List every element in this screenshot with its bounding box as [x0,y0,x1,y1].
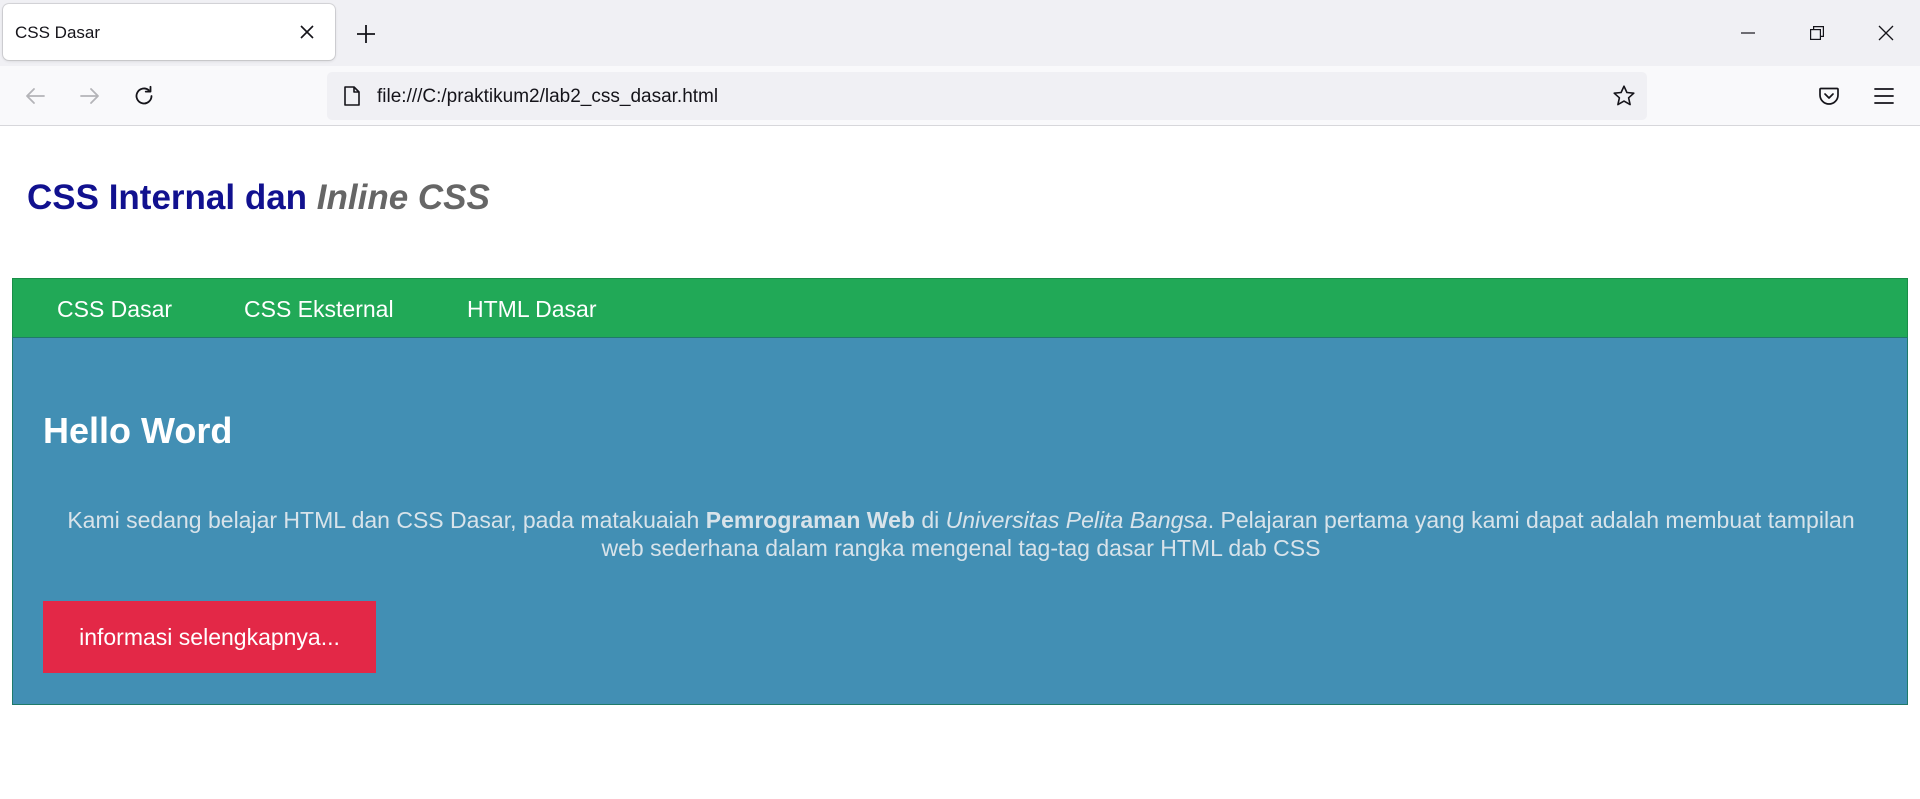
hero-text-part: Kami sedang belajar HTML dan CSS Dasar, … [67,507,706,533]
hero-paragraph: Kami sedang belajar HTML dan CSS Dasar, … [57,506,1865,562]
tab-title: CSS Dasar [15,23,101,42]
restore-icon[interactable] [1802,18,1832,48]
navigation-toolbar: file:///C:/praktikum2/lab2_css_dasar.htm… [0,66,1920,126]
close-window-icon[interactable] [1871,18,1901,48]
more-info-button[interactable]: informasi selengkapnya... [43,601,376,673]
top-navigation: CSS Dasar CSS Eksternal HTML Dasar [12,278,1908,337]
forward-arrow-icon[interactable] [74,80,106,112]
nav-link-html-dasar[interactable]: HTML Dasar [467,296,597,323]
url-text[interactable]: file:///C:/praktikum2/lab2_css_dasar.htm… [377,86,718,108]
hero-text-italic: Universitas Pelita Bangsa [945,507,1208,533]
browser-tab[interactable]: CSS Dasar [3,4,335,60]
header-text: CSS Internal dan [27,178,317,217]
hero-text-part: di [914,507,946,533]
pocket-icon[interactable] [1813,80,1845,112]
reload-icon[interactable] [128,80,160,112]
header-emphasis-text: Inline CSS [316,178,490,217]
star-icon[interactable] [1611,83,1637,109]
tab-strip: CSS Dasar [0,0,1920,66]
nav-link-css-dasar[interactable]: CSS Dasar [57,296,172,323]
minimize-icon[interactable] [1733,18,1763,48]
address-bar[interactable]: file:///C:/praktikum2/lab2_css_dasar.htm… [327,72,1647,120]
hamburger-menu-icon[interactable] [1868,80,1900,112]
page-icon [341,85,363,107]
hero-title: Hello Word [43,410,233,451]
nav-link-css-eksternal[interactable]: CSS Eksternal [244,296,394,323]
plus-icon[interactable] [352,20,380,48]
hero-text-bold: Pemrograman Web [705,507,915,533]
hero-section: Hello Word Kami sedang belajar HTML dan … [12,337,1908,705]
close-icon[interactable] [295,20,319,44]
back-arrow-icon[interactable] [19,80,51,112]
page-header: CSS Internal dan Inline CSS [27,178,490,218]
